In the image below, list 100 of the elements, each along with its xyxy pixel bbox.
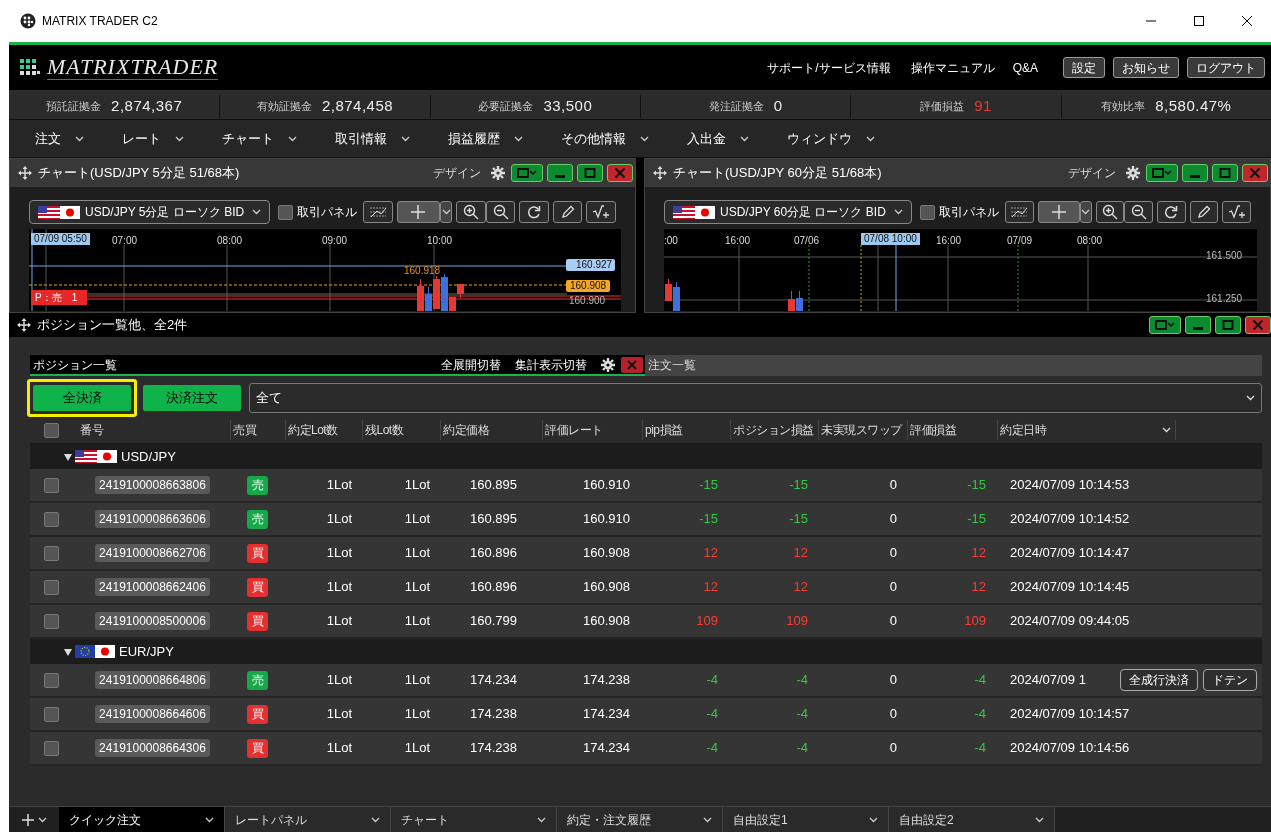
settings-icon[interactable]	[601, 357, 615, 372]
bottom-tab[interactable]: 自由設定2	[889, 807, 1055, 832]
close-button[interactable]	[1242, 164, 1268, 182]
settings-icon[interactable]	[1126, 166, 1140, 180]
column-header: 番号	[79, 422, 105, 439]
chevron-down-icon	[1246, 395, 1255, 401]
expanded-triangle-icon[interactable]	[63, 646, 73, 657]
header-link[interactable]: 操作マニュアル	[910, 58, 995, 77]
action-button[interactable]: 全決済	[33, 385, 131, 411]
tab-action-button[interactable]: 全展開切替	[441, 355, 501, 374]
settings-icon[interactable]	[491, 166, 505, 180]
symbol-dropdown[interactable]: USD/JPY 5分足 ローソク BID	[29, 200, 271, 224]
layout-menu-button[interactable]	[511, 164, 543, 182]
checkbox[interactable]	[44, 706, 59, 722]
move-icon[interactable]	[18, 166, 32, 180]
zoom-out-button[interactable]	[485, 201, 516, 223]
side-badge: 買	[247, 704, 268, 724]
checkbox[interactable]	[44, 579, 59, 595]
add-indicator-button[interactable]	[586, 201, 616, 223]
checkbox[interactable]	[44, 672, 59, 688]
filter-dropdown[interactable]: 全て	[249, 383, 1262, 413]
close-button[interactable]	[1245, 316, 1271, 334]
minimize-button[interactable]	[547, 164, 573, 182]
position-id: 2419100008662406	[95, 578, 210, 596]
lot-cell-text: 1Lot	[403, 476, 431, 495]
layout-menu-button[interactable]	[1146, 164, 1178, 182]
refresh-button[interactable]	[519, 201, 549, 223]
checkbox[interactable]	[44, 477, 59, 493]
menu-item[interactable]: その他情報	[557, 128, 653, 149]
move-icon[interactable]	[653, 166, 667, 180]
price-tag: 160.927	[566, 259, 616, 271]
header-link[interactable]: Q&A	[1012, 58, 1038, 77]
minimize-button[interactable]	[1182, 164, 1208, 182]
position-id: 2419100008663806	[95, 476, 210, 494]
checkbox[interactable]	[919, 204, 935, 220]
close-icon	[1241, 15, 1253, 27]
lot-cell-text: 1Lot	[325, 739, 353, 758]
menu-item[interactable]: 注文	[31, 128, 88, 149]
crosshair-button[interactable]	[1037, 201, 1080, 223]
design-button[interactable]: デザイン	[1068, 164, 1116, 182]
close-button[interactable]	[607, 164, 633, 182]
close-icon	[614, 167, 626, 179]
refresh-button[interactable]	[1156, 201, 1186, 223]
crosshair-icon	[1050, 204, 1067, 220]
symbol-dropdown[interactable]: USD/JPY 60分足 ローソク BID	[664, 200, 912, 224]
indicator-button[interactable]	[363, 201, 393, 223]
add-indicator-button[interactable]	[1222, 201, 1251, 223]
cursor-line	[895, 242, 897, 311]
zoom-in-button[interactable]	[1095, 201, 1125, 223]
bottom-tab[interactable]: クイック注文	[59, 807, 225, 832]
layout-menu-button[interactable]	[1149, 316, 1181, 334]
side-badge: 買	[247, 577, 268, 597]
expanded-triangle-icon[interactable]	[63, 451, 73, 462]
menu-item[interactable]: レート	[118, 128, 188, 149]
tab[interactable]: 注文一覧	[645, 355, 699, 374]
bottom-tab[interactable]: 約定・注文履歴	[557, 807, 723, 832]
menu-item[interactable]: 取引情報	[331, 128, 414, 149]
time-cell-text: 2024/07/09 10:14:47	[1010, 544, 1130, 563]
lot-cell-text: 1Lot	[325, 476, 353, 495]
chevron-down-icon	[37, 816, 47, 823]
minimize-button[interactable]	[1185, 316, 1211, 334]
maximize-button[interactable]	[1212, 164, 1238, 182]
chevron-down-icon	[740, 135, 749, 142]
action-button[interactable]: 決済注文	[143, 385, 241, 411]
bottom-tab[interactable]: チャート	[391, 807, 557, 832]
row-action-button[interactable]: ドテン	[1203, 669, 1257, 691]
crosshair-button[interactable]	[396, 201, 440, 223]
menu-item[interactable]: 入出金	[683, 128, 753, 149]
checkbox[interactable]	[278, 204, 294, 220]
maximize-button[interactable]	[1215, 316, 1241, 334]
menu-item[interactable]: ウィンドウ	[783, 128, 879, 149]
pl-cell-text: -15	[698, 510, 719, 529]
header-button[interactable]: ログアウト	[1187, 57, 1265, 78]
maximize-button[interactable]	[577, 164, 603, 182]
rate-cell-text: 174.238	[582, 671, 631, 690]
tab-action-button[interactable]: 集計表示切替	[515, 355, 587, 374]
checkbox[interactable]	[44, 545, 59, 561]
tab[interactable]: ポジション一覧	[30, 355, 120, 374]
bottom-tab[interactable]: 自由設定1	[723, 807, 889, 832]
checkbox[interactable]	[44, 511, 59, 527]
checkbox[interactable]	[44, 422, 59, 438]
bottom-tab[interactable]: レートパネル	[225, 807, 391, 832]
pencil-button[interactable]	[1189, 201, 1219, 223]
maximize-icon	[584, 168, 596, 178]
move-icon[interactable]	[17, 318, 31, 332]
checkbox[interactable]	[44, 740, 59, 756]
indicator-button[interactable]	[1004, 201, 1034, 223]
rate-cell-text: 160.910	[582, 476, 631, 495]
zoom-in-button[interactable]	[456, 201, 486, 223]
menu-item[interactable]: 損益履歴	[444, 128, 527, 149]
header-button[interactable]: お知らせ	[1113, 57, 1179, 78]
row-action-button[interactable]: 全成行決済	[1120, 669, 1198, 691]
checkbox[interactable]	[44, 613, 59, 629]
design-button[interactable]: デザイン	[433, 164, 481, 182]
pl-cell-text: -15	[698, 476, 719, 495]
header-link[interactable]: サポート/サービス情報	[767, 58, 891, 77]
pencil-button[interactable]	[552, 201, 583, 223]
header-button[interactable]: 設定	[1063, 57, 1105, 78]
menu-item[interactable]: チャート	[218, 128, 301, 149]
zoom-out-button[interactable]	[1124, 201, 1153, 223]
